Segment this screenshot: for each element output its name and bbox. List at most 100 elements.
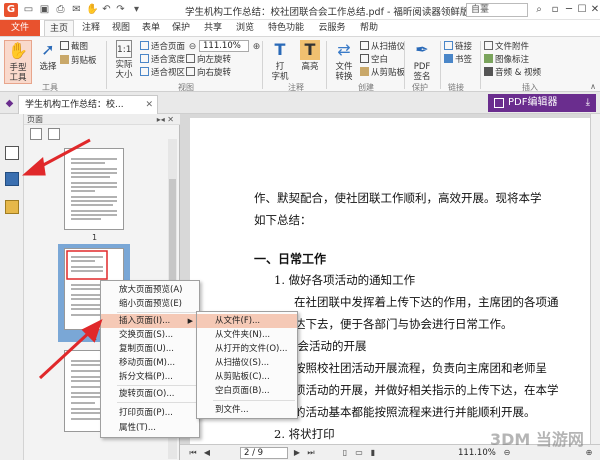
doc-line: 的活动基本都能按照流程来进行并能顺利开展。	[294, 405, 536, 419]
download-icon: ⤓	[585, 97, 590, 108]
rotate-right-button[interactable]: 向右旋转	[186, 67, 231, 78]
tab-features[interactable]: 特色功能	[262, 20, 310, 36]
menu-separator	[213, 400, 295, 401]
menu-item-zoom-in-preview[interactable]: 放大页面预览(A)	[101, 283, 199, 297]
facing-page-icon[interactable]: ▮	[368, 448, 378, 458]
search-icon[interactable]: ⌕	[532, 2, 546, 17]
audio-video-button[interactable]: 音频 & 视频	[484, 67, 541, 78]
maximize-button[interactable]: ☐	[575, 2, 589, 17]
file-convert-button[interactable]: ⇄ 文件 转换	[330, 40, 358, 84]
hand-icon[interactable]: ✋	[86, 3, 99, 16]
rotate-left-button[interactable]: 向左旋转	[186, 54, 231, 65]
file-attachment-button[interactable]: 文件附件	[484, 41, 529, 52]
scanner-icon	[360, 41, 369, 50]
tab-file[interactable]: 文件	[0, 20, 40, 36]
pdf-editor-button[interactable]: PDF编辑器 ⤓	[488, 94, 596, 112]
menu-item-from-folder[interactable]: 从文件夹(N)...	[197, 328, 297, 342]
divider	[262, 41, 263, 89]
redo-icon[interactable]: ↷	[114, 3, 127, 16]
close-tab-icon[interactable]: ✕	[145, 96, 153, 114]
screenshot-button[interactable]: 截图	[60, 41, 88, 52]
prev-page-icon[interactable]: ◀	[202, 448, 212, 458]
actual-size-button[interactable]: 1:1 实际 大小	[110, 40, 138, 84]
panel-collapse-icon[interactable]: ▸◂ ✕	[157, 114, 174, 125]
collapse-ribbon-icon[interactable]: ∧	[590, 82, 596, 91]
menu-item-from-file[interactable]: 从文件(F)...	[197, 314, 297, 328]
tab-help[interactable]: 帮助	[356, 20, 382, 36]
open-icon[interactable]: ▭	[22, 3, 35, 16]
fit-visible-button[interactable]: 适合视区	[140, 67, 185, 78]
ribbon: ✋ 手型 工具 ➚ 选择 截图 剪贴板 工具 1:1 实际 大小 适合页面 适合…	[0, 36, 600, 92]
pdf-sign-button[interactable]: ✒ PDF 签名	[408, 40, 436, 84]
tab-protect[interactable]: 保护	[168, 20, 194, 36]
menu-item-properties[interactable]: 属性(T)...	[101, 421, 199, 435]
clipboard-button[interactable]: 剪贴板	[60, 55, 97, 66]
page-options-icon[interactable]	[30, 128, 42, 140]
menu-item-from-clipboard[interactable]: 从剪贴板(C)...	[197, 370, 297, 384]
bookmark-button[interactable]: 书签	[444, 54, 472, 65]
last-page-icon[interactable]: ⏭	[306, 448, 316, 458]
fit-page-button[interactable]: 适合页面	[140, 41, 185, 52]
save-icon[interactable]: ▣	[38, 3, 51, 16]
comments-panel-icon[interactable]	[5, 200, 19, 214]
divider	[440, 41, 441, 89]
menu-item-print-page[interactable]: 打印页面(P)...	[101, 406, 199, 420]
close-button[interactable]: ✕	[588, 2, 600, 17]
doc-line: 作、默契配合，使社团联工作顺利，高效开展。现将本学	[254, 191, 542, 205]
single-page-icon[interactable]: ▯	[340, 448, 350, 458]
menu-item-move-page[interactable]: 移动页面(M)...	[101, 356, 199, 370]
menu-item-from-scanner[interactable]: 从扫描仪(S)...	[197, 356, 297, 370]
minimize-button[interactable]: ─	[562, 2, 576, 17]
tab-view[interactable]: 视图	[108, 20, 134, 36]
menu-item-from-open-file[interactable]: 从打开的文件(O)...	[197, 342, 297, 356]
from-scanner-button[interactable]: 从扫描仪	[360, 41, 405, 52]
pages-panel-icon[interactable]	[5, 172, 19, 186]
blank-button[interactable]: 空白	[360, 54, 388, 65]
tab-form[interactable]: 表单	[138, 20, 164, 36]
fit-width-button[interactable]: 适合宽度	[140, 54, 185, 65]
menu-item-swap-page[interactable]: 交换页面(S)...	[101, 328, 199, 342]
menu-item-rotate-page[interactable]: 旋转页面(O)...	[101, 387, 199, 401]
page-number-1: 1	[92, 233, 98, 242]
menu-item-zoom-out-preview[interactable]: 缩小页面预览(E)	[101, 297, 199, 311]
page-number-input[interactable]: 2 / 9	[240, 447, 288, 459]
menu-item-split-document[interactable]: 拆分文档(P)...	[101, 370, 199, 384]
menu-item-copy-page[interactable]: 复制页面(U)...	[101, 342, 199, 356]
first-page-icon[interactable]: ⏮	[188, 448, 198, 458]
quick-access-dropdown-icon[interactable]: ▾	[130, 3, 143, 16]
image-annotation-button[interactable]: 图像标注	[484, 54, 529, 65]
link-button[interactable]: 链接	[444, 41, 472, 52]
bookmarks-panel-icon[interactable]	[5, 146, 19, 160]
undo-icon[interactable]: ↶	[100, 3, 113, 16]
continuous-page-icon[interactable]: ▭	[354, 448, 364, 458]
menu-item-blank-page[interactable]: 空白页面(B)...	[197, 384, 297, 398]
search-input[interactable]: 自薹	[466, 3, 528, 17]
document-tab[interactable]: 学生机构工作总结：校... ✕	[18, 95, 158, 114]
typewriter-button[interactable]: T 打 字机	[266, 40, 294, 84]
hand-tool-button[interactable]: ✋ 手型 工具	[4, 40, 32, 84]
zoom-in-icon[interactable]: ⊕	[584, 448, 594, 458]
next-page-icon[interactable]: ▶	[292, 448, 302, 458]
divider	[106, 41, 107, 89]
menu-item-insert-page[interactable]: 插入页面(I)... ▶	[101, 314, 199, 328]
tab-home[interactable]: 主页	[44, 20, 74, 36]
doc-line: 项活动的开展，并做好相关指示的上传下达，在本学	[294, 383, 559, 397]
tab-comment[interactable]: 注释	[78, 20, 104, 36]
tab-browse[interactable]: 浏览	[232, 20, 258, 36]
highlight-button[interactable]: T 高亮	[296, 40, 324, 84]
select-button[interactable]: ➚ 选择	[34, 40, 62, 84]
document-scrollbar[interactable]	[590, 114, 600, 444]
restore-ribbon-icon[interactable]: ▫	[548, 2, 562, 17]
page-settings-icon[interactable]	[48, 128, 60, 140]
tab-share[interactable]: 共享	[200, 20, 226, 36]
zoom-input[interactable]: 111.10%	[199, 40, 249, 52]
from-clipboard-button[interactable]: 从剪贴板	[360, 67, 405, 78]
blank-page-icon	[360, 54, 369, 63]
zoom-out-icon[interactable]: ⊖	[186, 41, 199, 54]
mail-icon[interactable]: ✉	[70, 3, 83, 16]
print-icon[interactable]: ⎙	[54, 3, 67, 16]
menu-item-to-file[interactable]: 到文件...	[197, 403, 297, 417]
bookmark-icon	[444, 54, 453, 63]
tab-cloud[interactable]: 云服务	[314, 20, 350, 36]
page-thumbnail-1[interactable]	[64, 148, 124, 230]
